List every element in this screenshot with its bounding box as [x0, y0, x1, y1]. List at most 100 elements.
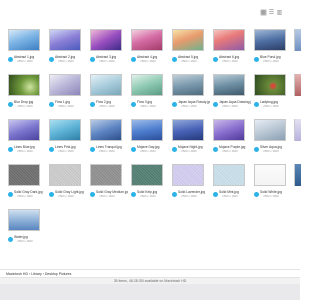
file-dimensions: 2560 x 1600 — [181, 104, 197, 108]
file-dimensions: 2560 x 1600 — [99, 59, 115, 63]
window-bottom-area — [0, 284, 300, 300]
file-item[interactable]: Japan Aqua Rowdy.jpg 2560 x 1600 — [169, 72, 210, 114]
column-view-button[interactable]: ▥ — [276, 9, 283, 16]
finder-toolbar: ▦ ☰ ▥ — [0, 0, 300, 22]
partial-file-thumbnail[interactable] — [294, 164, 301, 186]
list-view-icon: ☰ — [268, 10, 275, 16]
file-thumbnail — [8, 209, 40, 231]
file-thumbnail — [213, 74, 245, 96]
path-bar: Macintosh HD › Library › Desktop Picture… — [0, 269, 300, 277]
file-item[interactable]: Flow 2.jpg 2560 x 1600 — [87, 72, 128, 114]
file-dimensions: 2560 x 1600 — [99, 194, 115, 198]
file-dimensions: 2560 x 1600 — [263, 104, 279, 108]
file-dimensions: 2560 x 1600 — [222, 104, 238, 108]
file-thumbnail — [8, 164, 40, 186]
file-dimensions: 2560 x 1600 — [58, 59, 74, 63]
icon-view-button[interactable]: ▦ — [260, 9, 267, 16]
file-thumbnail — [172, 164, 204, 186]
file-item[interactable]: Solid Gray Medium.jpg 2560 x 1600 — [87, 162, 128, 204]
file-item[interactable]: Solid Lavender.jpg 2560 x 1600 — [169, 162, 210, 204]
file-thumbnail — [8, 29, 40, 51]
file-item[interactable]: Abstract 3.jpg 2560 x 1600 — [87, 27, 128, 69]
file-dimensions: 2560 x 1600 — [58, 104, 74, 108]
file-dimensions: 2560 x 1600 — [140, 104, 156, 108]
file-dimensions: 2560 x 1600 — [263, 59, 279, 63]
file-item[interactable]: Abstract 4.jpg 2560 x 1600 — [128, 27, 169, 69]
file-thumbnail — [131, 164, 163, 186]
file-dimensions: 2560 x 1600 — [17, 149, 33, 153]
file-dimensions: 2560 x 1600 — [181, 149, 197, 153]
file-dimensions: 2560 x 1600 — [222, 149, 238, 153]
file-item[interactable]: Solid Mint.jpg 2560 x 1600 — [210, 162, 251, 204]
file-dimensions: 2560 x 1600 — [222, 194, 238, 198]
file-dimensions: 2560 x 1600 — [140, 149, 156, 153]
file-dimensions: 2560 x 1600 — [263, 194, 279, 198]
file-item[interactable]: Lines Pink.jpg 2560 x 1600 — [46, 117, 87, 159]
file-icon-grid: Abstract 1.jpg 2560 x 1600 Abstract 2.jpg 2… — [5, 27, 295, 249]
icon-view-icon: ▦ — [260, 10, 267, 16]
file-thumbnail — [131, 74, 163, 96]
file-thumbnail — [90, 29, 122, 51]
file-item[interactable]: Solid Gray Light.jpg 2560 x 1600 — [46, 162, 87, 204]
file-thumbnail — [254, 119, 286, 141]
file-thumbnail — [213, 164, 245, 186]
file-thumbnail — [90, 74, 122, 96]
file-dimensions: 2560 x 1600 — [140, 59, 156, 63]
file-thumbnail — [254, 164, 286, 186]
list-view-button[interactable]: ☰ — [268, 9, 275, 16]
file-dimensions: 2560 x 1600 — [17, 59, 33, 63]
file-dimensions: 2560 x 1600 — [17, 239, 33, 243]
file-thumbnail — [254, 29, 286, 51]
file-item[interactable]: Solid Kelp.jpg 2560 x 1600 — [128, 162, 169, 204]
file-item[interactable]: Ladybug.jpg 2560 x 1600 — [251, 72, 292, 114]
file-thumbnail — [172, 119, 204, 141]
file-dimensions: 2560 x 1600 — [58, 149, 74, 153]
file-item[interactable]: Solid White.jpg 2560 x 1600 — [251, 162, 292, 204]
column-view-icon: ▥ — [276, 10, 283, 16]
partial-file-thumbnail[interactable] — [294, 74, 301, 96]
file-item[interactable]: Abstract 2.jpg 2560 x 1600 — [46, 27, 87, 69]
file-dimensions: 2560 x 1600 — [263, 149, 279, 153]
file-thumbnail — [213, 119, 245, 141]
file-item[interactable]: Silver Aqua.jpg 2560 x 1600 — [251, 117, 292, 159]
file-thumbnail — [49, 164, 81, 186]
file-dimensions: 2560 x 1600 — [17, 104, 33, 108]
file-thumbnail — [49, 74, 81, 96]
status-bar-text: 35 items, 48.28 GB available on Macintos… — [113, 279, 187, 283]
file-dimensions: 2560 x 1600 — [181, 194, 197, 198]
file-item[interactable]: Abstract 5.jpg 2560 x 1600 — [169, 27, 210, 69]
file-item[interactable]: Abstract 6.jpg 2560 x 1600 — [210, 27, 251, 69]
partial-file-thumbnail[interactable] — [294, 119, 301, 141]
file-thumbnail — [90, 119, 122, 141]
file-item[interactable]: Japan Aqua Drawing.jpg2560 x 1600 — [210, 72, 251, 114]
file-thumbnail — [49, 29, 81, 51]
file-thumbnail — [131, 119, 163, 141]
file-dimensions: 2560 x 1600 — [99, 104, 115, 108]
partial-file-thumbnail[interactable] — [294, 29, 301, 51]
file-item[interactable]: Abstract 1.jpg 2560 x 1600 — [5, 27, 46, 69]
file-thumbnail — [254, 74, 286, 96]
file-thumbnail — [90, 164, 122, 186]
file-thumbnail — [49, 119, 81, 141]
file-thumbnail — [213, 29, 245, 51]
file-item[interactable]: Mojave Purple.jpg 2560 x 1600 — [210, 117, 251, 159]
file-dimensions: 2560 x 1600 — [140, 194, 156, 198]
file-dimensions: 2560 x 1600 — [58, 194, 74, 198]
file-item[interactable]: Flow 1.jpg 2560 x 1600 — [46, 72, 87, 114]
file-dimensions: 2560 x 1600 — [17, 194, 33, 198]
file-item[interactable]: Solid Gray Dark.jpg 2560 x 1600 — [5, 162, 46, 204]
file-thumbnail — [131, 29, 163, 51]
file-item[interactable]: Lines Blue.jpg 2560 x 1600 — [5, 117, 46, 159]
file-item[interactable]: Blur Drop.jpg 2560 x 1600 — [5, 72, 46, 114]
file-item[interactable]: Water.jpg 2560 x 1600 — [5, 207, 46, 249]
file-thumbnail — [172, 74, 204, 96]
file-thumbnail — [8, 74, 40, 96]
file-item[interactable]: Lines Tranquil.jpg 2560 x 1600 — [87, 117, 128, 159]
file-item[interactable]: Flow 3.jpg 2560 x 1600 — [128, 72, 169, 114]
file-item[interactable]: Blue Pond.jpg 2560 x 1600 — [251, 27, 292, 69]
file-item[interactable]: Mojave Night.jpg 2560 x 1600 — [169, 117, 210, 159]
file-item[interactable]: Mojave Day.jpg 2560 x 1600 — [128, 117, 169, 159]
file-thumbnail — [8, 119, 40, 141]
status-bar: 35 items, 48.28 GB available on Macintos… — [0, 277, 300, 284]
file-dimensions: 2560 x 1600 — [222, 59, 238, 63]
